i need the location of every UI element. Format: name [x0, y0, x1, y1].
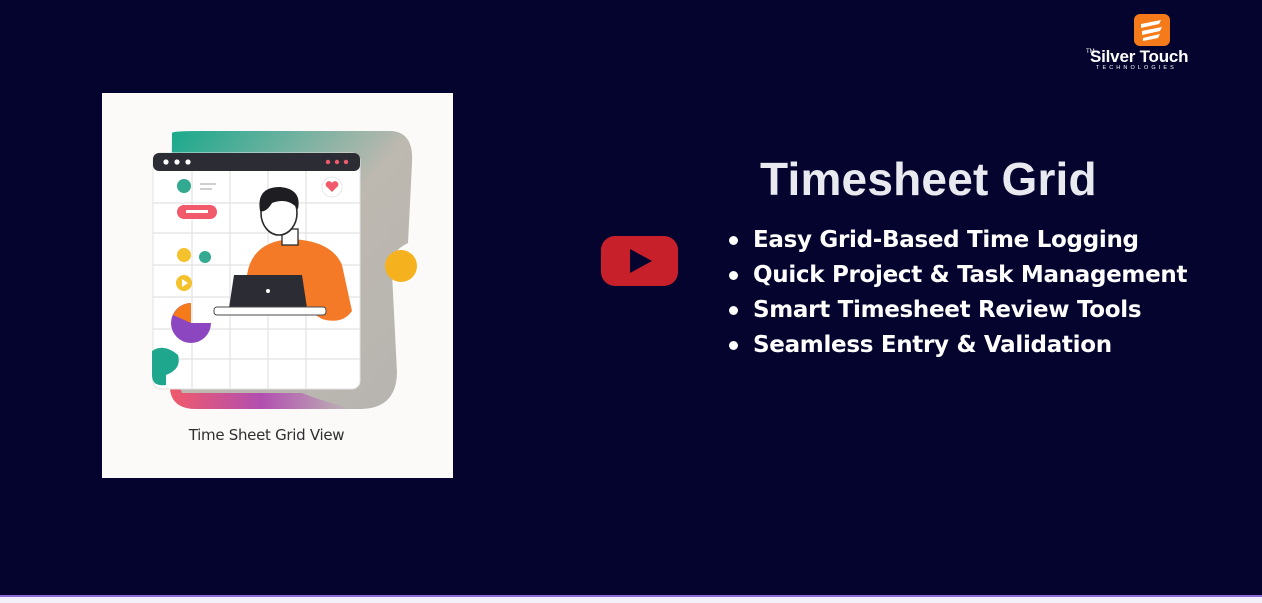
feature-label: Seamless Entry & Validation	[753, 332, 1112, 358]
bullet-icon	[729, 306, 738, 315]
feature-label: Smart Timesheet Review Tools	[753, 297, 1142, 323]
feature-item: Smart Timesheet Review Tools	[726, 296, 1187, 331]
company-logo: TM Silver Touch TECHNOLOGIES	[1086, 14, 1216, 72]
feature-item: Quick Project & Task Management	[726, 261, 1187, 296]
video-frame: TM Silver Touch TECHNOLOGIES Time Sheet …	[0, 0, 1262, 595]
logo-name: Silver Touch	[1090, 47, 1189, 66]
bullet-icon	[729, 271, 738, 280]
bullet-icon	[729, 341, 738, 350]
feature-list: Easy Grid-Based Time Logging Quick Proje…	[726, 226, 1187, 366]
logo-mark-icon	[1134, 14, 1170, 46]
play-button[interactable]	[601, 236, 678, 286]
feature-label: Easy Grid-Based Time Logging	[753, 227, 1139, 253]
bottom-progress-bar	[0, 595, 1262, 603]
feature-label: Quick Project & Task Management	[753, 262, 1188, 288]
thumbnail-caption: Time Sheet Grid View	[188, 426, 345, 444]
feature-item: Easy Grid-Based Time Logging	[726, 226, 1187, 261]
logo-subtitle: TECHNOLOGIES	[1096, 65, 1177, 71]
timesheet-illustration-icon	[152, 131, 417, 409]
page-title: Timesheet Grid	[760, 153, 1097, 205]
bullet-icon	[729, 236, 738, 245]
feature-item: Seamless Entry & Validation	[726, 331, 1187, 366]
play-icon	[630, 249, 652, 273]
thumbnail-card: Time Sheet Grid View	[102, 93, 453, 478]
